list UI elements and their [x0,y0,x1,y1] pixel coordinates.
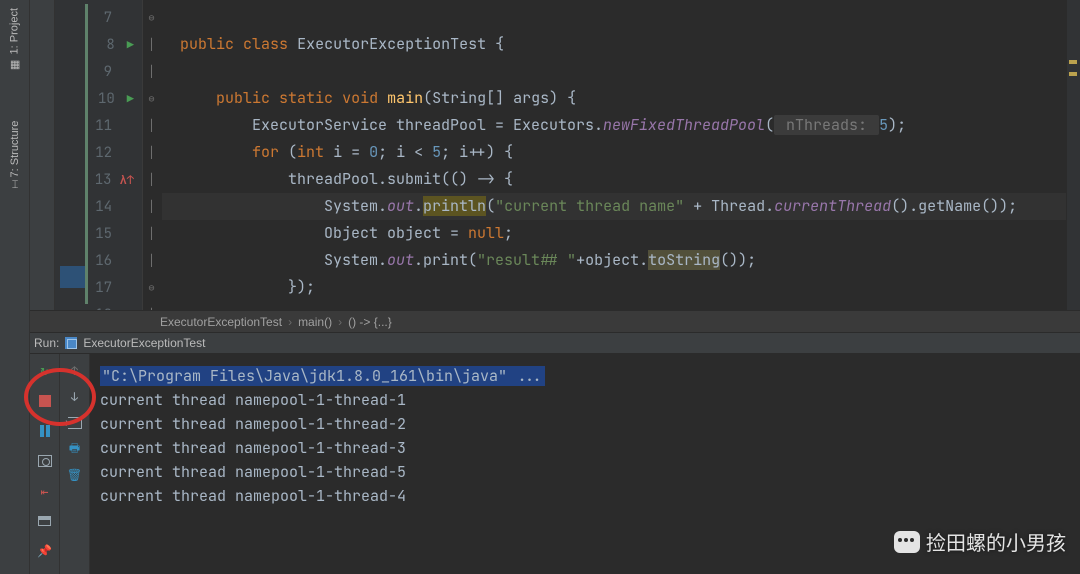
pause-icon [40,425,50,437]
warning-marker[interactable] [1069,72,1077,76]
console-line: current thread namepool-1-thread-2 [100,412,1080,436]
run-tab-bar: Run: ExecutorExceptionTest [30,332,1080,354]
code-line[interactable]: ExecutorService threadPool = Executors.n… [162,112,1080,139]
fold-cell[interactable]: ⊖ [143,85,160,112]
vcs-change-bar [85,4,88,304]
run-label: Run: [34,336,59,350]
editor-scrollbar[interactable] [1066,0,1080,310]
fold-cell[interactable]: │ [143,220,160,247]
run-config-name[interactable]: ExecutorExceptionTest [83,336,205,350]
line-number: 7 [88,9,112,27]
line-number: 13 [88,171,112,189]
gutter-row[interactable]: 10 ▶ [55,85,142,112]
fold-cell[interactable]: │ [143,31,160,58]
line-number: 11 [88,117,112,135]
exit-button[interactable]: ⇤ [36,482,54,500]
pause-button[interactable] [36,422,54,440]
breadcrumb: ExecutorExceptionTest › main() › () -> {… [30,310,1080,332]
gutter-row[interactable]: 7 [55,4,142,31]
run-toolbar-secondary: ↑ ↓ 🖶 🗑 [60,354,90,574]
structure-tab[interactable]: ⌶ 7: Structure [9,121,21,188]
structure-tab-label: 7: Structure [9,121,21,178]
code-line[interactable]: Object object = null; [162,220,1080,247]
run-line-icon[interactable]: ▶ [127,37,134,53]
breadcrumb-class[interactable]: ExecutorExceptionTest [160,315,282,329]
stop-button[interactable] [36,392,54,410]
project-tab-label: 1: Project [9,8,21,54]
console-line: current thread namepool-1-thread-1 [100,388,1080,412]
fold-cell[interactable]: │ [143,247,160,274]
line-number: 15 [88,225,112,243]
code-line[interactable] [162,4,1080,31]
layout-button[interactable] [36,512,54,530]
chevron-right-icon: › [338,315,342,329]
gutter-row[interactable]: 12 [55,139,142,166]
gutter-row[interactable]: 14 [55,193,142,220]
line-number: 16 [88,252,112,270]
project-tab[interactable]: ▦ 1: Project [8,8,21,71]
stop-icon [39,395,51,407]
watermark: 捡田螺的小男孩 [894,527,1066,556]
chevron-right-icon: › [288,315,292,329]
pin-button[interactable]: 📌 [36,542,54,560]
down-stack-icon[interactable]: ↓ [66,388,84,406]
code-line[interactable]: }); [162,274,1080,301]
console-line: current thread namepool-1-thread-3 [100,436,1080,460]
lambda-icon[interactable]: λ↑ [120,172,134,188]
console-line: current thread namepool-1-thread-5 [100,460,1080,484]
line-number: 17 [88,279,112,297]
fold-cell[interactable]: │ [143,139,160,166]
tool-window-tabs: ▦ 1: Project ⌶ 7: Structure [0,0,30,574]
warning-marker[interactable] [1069,60,1077,64]
fold-cell[interactable]: │ [143,166,160,193]
application-icon [65,337,77,349]
fold-cell[interactable]: ⊖ [143,4,160,31]
clear-all-button[interactable]: 🗑 [66,466,84,484]
fold-column: ⊖││⊖││││││⊖│ [142,0,160,332]
wechat-icon [894,531,920,553]
breadcrumb-lambda[interactable]: () -> {...} [348,315,392,329]
code-line[interactable]: public class ExecutorExceptionTest { [162,31,1080,58]
fold-cell[interactable]: │ [143,193,160,220]
gutter-row[interactable]: 11 [55,112,142,139]
code-line[interactable]: public static void main(String[] args) { [162,85,1080,112]
code-line[interactable]: threadPool.submit(() -> { [162,166,1080,193]
layout-icon [38,516,51,526]
line-number: 12 [88,144,112,162]
gutter-row[interactable]: 8▶ [55,31,142,58]
folder-icon: ▦ [8,58,21,71]
code-editor[interactable]: public class ExecutorExceptionTest { pub… [160,0,1080,332]
run-line-icon[interactable]: ▶ [127,91,134,107]
fold-cell[interactable]: │ [143,112,160,139]
line-number: 14 [88,198,112,216]
code-line[interactable] [162,58,1080,85]
line-number: 8 [91,36,115,54]
breadcrumb-method[interactable]: main() [298,315,332,329]
gutter-row[interactable]: 13 λ↑ [55,166,142,193]
run-toolbar-primary: ↻ ⇤ 📌 [30,354,60,574]
editor-area: 78▶910▶111213λ↑1415161718 ⊖││⊖││││││⊖│ p… [30,0,1080,332]
gutter-row[interactable]: 9 [55,58,142,85]
line-number: 9 [88,63,112,81]
console-command: "C:\Program Files\Java\jdk1.8.0_161\bin\… [100,364,1080,388]
code-line[interactable]: for (int i = 0; i < 5; i++) { [162,139,1080,166]
export-icon [68,417,82,429]
structure-icon: ⌶ [11,180,18,192]
soft-wrap-button[interactable] [66,414,84,432]
dump-threads-button[interactable] [36,452,54,470]
fold-cell[interactable]: │ [143,58,160,85]
project-strip [30,0,55,332]
console-line: current thread namepool-1-thread-4 [100,484,1080,508]
code-line[interactable]: System.out.print("result## "+object.toSt… [162,247,1080,274]
rerun-icon[interactable]: ↻ [36,362,54,380]
print-button[interactable]: 🖶 [66,440,84,458]
line-number: 10 [91,90,115,108]
code-line[interactable]: System.out.println("current thread name"… [162,193,1080,220]
watermark-text: 捡田螺的小男孩 [926,527,1066,556]
up-stack-icon[interactable]: ↑ [66,362,84,380]
gutter-row[interactable]: 15 [55,220,142,247]
camera-icon [38,455,52,467]
project-selection [60,266,85,288]
fold-cell[interactable]: ⊖ [143,274,160,301]
